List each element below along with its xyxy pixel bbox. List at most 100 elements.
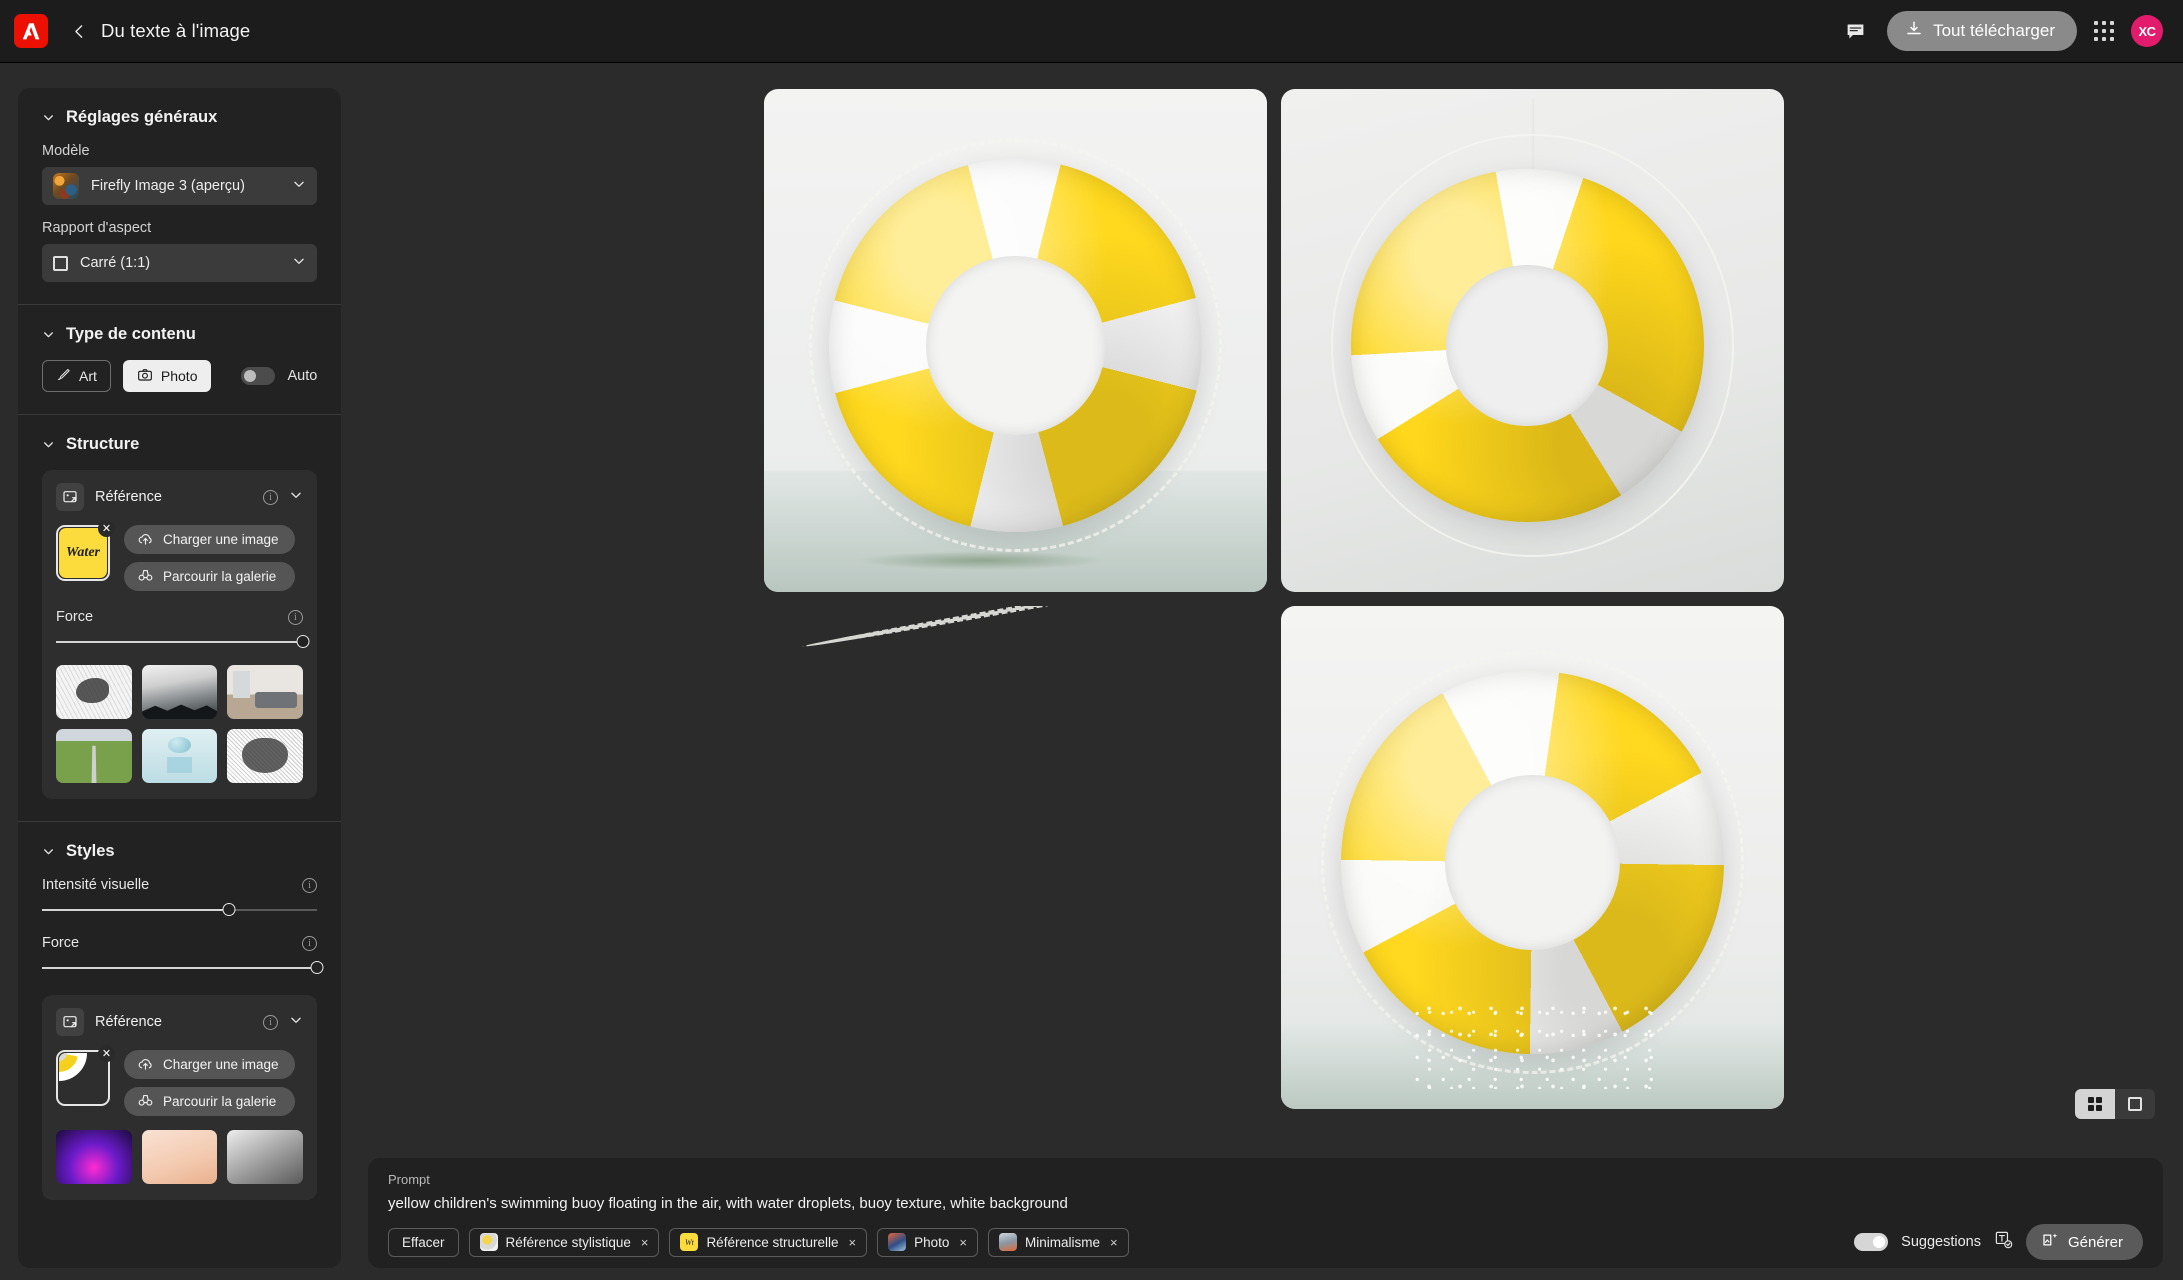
preset-interior-room[interactable] <box>227 665 303 719</box>
visual-intensity-slider[interactable] <box>42 903 317 917</box>
grid-view-icon[interactable] <box>2075 1089 2115 1119</box>
styles-reference-thumbnail[interactable]: ✕ <box>56 1045 115 1106</box>
feedback-icon[interactable] <box>1840 16 1870 46</box>
prompt-label: Prompt <box>388 1172 430 1187</box>
suggestions-toggle[interactable] <box>1854 1233 1889 1251</box>
slider-handle[interactable] <box>310 961 324 974</box>
structure-browse-gallery-button[interactable]: Parcourir la galerie <box>124 562 295 591</box>
model-value: Firefly Image 3 (aperçu) <box>91 178 245 194</box>
styles-force-label: Force <box>42 935 80 951</box>
clear-button[interactable]: Effacer <box>388 1227 459 1257</box>
single-view-icon[interactable] <box>2115 1089 2155 1119</box>
text-check-icon[interactable] <box>1994 1230 2013 1254</box>
chip-style-reference[interactable]: Référence stylistique × <box>468 1227 660 1257</box>
style-preset-gray[interactable] <box>227 1130 303 1184</box>
styles-reference-header[interactable]: Référence i <box>56 1008 303 1036</box>
section-styles-header[interactable]: Styles <box>42 842 317 861</box>
result-image-3[interactable] <box>764 606 1267 1109</box>
content-type-art-button[interactable]: Art <box>42 360 111 392</box>
styles-force-slider[interactable] <box>42 961 324 975</box>
prompt-input[interactable]: yellow children's swimming buoy floating… <box>388 1195 2143 1212</box>
structure-force-slider[interactable] <box>56 635 310 649</box>
styles-preset-grid <box>56 1130 303 1184</box>
section-structure: Structure Référence i ✕ Water Charger un… <box>18 415 341 822</box>
minimalism-icon <box>998 1233 1017 1251</box>
info-icon[interactable]: i <box>263 1014 278 1030</box>
preset-cube-sphere[interactable] <box>141 729 218 783</box>
avatar[interactable]: XC <box>2131 15 2163 47</box>
section-styles-title: Styles <box>66 842 115 860</box>
chip-photo[interactable]: Photo × <box>877 1227 978 1257</box>
auto-toggle[interactable] <box>241 367 276 385</box>
structure-reference-header[interactable]: Référence i <box>56 483 303 511</box>
style-preset-neon[interactable] <box>56 1130 132 1184</box>
download-all-button[interactable]: Tout télécharger <box>1887 11 2077 51</box>
styles-reference-actions: Charger une image Parcourir la galerie <box>124 1050 295 1116</box>
aspect-ratio-select[interactable]: Carré (1:1) <box>42 244 317 282</box>
chip-remove-icon[interactable]: × <box>1110 1235 1118 1250</box>
slider-handle[interactable] <box>222 903 236 916</box>
section-content-type-header[interactable]: Type de contenu <box>42 325 317 344</box>
view-mode-toggle <box>2075 1089 2155 1119</box>
section-styles: Styles Intensité visuelle i Force i Réfé… <box>18 822 341 1222</box>
structure-reference-thumbnail[interactable]: ✕ Water <box>56 520 115 581</box>
info-icon[interactable]: i <box>288 609 303 625</box>
info-icon[interactable]: i <box>302 935 317 951</box>
model-label: Modèle <box>42 143 90 159</box>
info-icon[interactable]: i <box>302 877 317 893</box>
settings-sidebar[interactable]: Réglages généraux Modèle Firefly Image 3… <box>18 88 341 1268</box>
chip-remove-icon[interactable]: × <box>641 1235 649 1250</box>
structure-reference-body: ✕ Water Charger une image Parcourir la g… <box>56 520 303 591</box>
chip-remove-icon[interactable]: × <box>959 1235 967 1250</box>
generate-label: Générer <box>2067 1233 2123 1251</box>
styles-browse-gallery-button[interactable]: Parcourir la galerie <box>124 1087 295 1116</box>
remove-reference-icon[interactable]: ✕ <box>98 520 115 537</box>
result-image-4[interactable] <box>1281 606 1784 1109</box>
chip-remove-icon[interactable]: × <box>849 1235 857 1250</box>
chip-photo-label: Photo <box>914 1234 950 1250</box>
model-select[interactable]: Firefly Image 3 (aperçu) <box>42 167 317 205</box>
chevron-down-icon <box>42 328 55 341</box>
prompt-bar: Prompt yellow children's swimming buoy f… <box>368 1158 2163 1268</box>
photo-icon <box>888 1233 907 1251</box>
structure-force-label: Force <box>56 609 94 625</box>
brush-icon <box>56 367 71 385</box>
chevron-down-icon[interactable] <box>289 488 303 507</box>
preset-road-field[interactable] <box>56 729 132 783</box>
chevron-down-icon <box>42 111 55 124</box>
section-general-settings-header[interactable]: Réglages généraux <box>42 108 317 127</box>
generate-button[interactable]: Générer <box>2025 1224 2143 1260</box>
slider-handle[interactable] <box>296 635 310 648</box>
chip-minimalism[interactable]: Minimalisme × <box>987 1227 1129 1257</box>
chevron-down-icon <box>292 177 306 196</box>
binoculars-icon <box>137 567 154 587</box>
section-structure-header[interactable]: Structure <box>42 435 317 454</box>
result-image-1[interactable] <box>764 89 1267 592</box>
download-icon <box>1905 20 1923 43</box>
top-bar-actions: Tout télécharger XC <box>1840 11 2163 51</box>
preset-owl-sketch[interactable] <box>227 729 303 783</box>
aspect-ratio-label: Rapport d'aspect <box>42 220 152 236</box>
structure-preset-grid <box>56 665 303 783</box>
info-icon[interactable]: i <box>263 489 278 505</box>
chip-structure-reference[interactable]: Wt Référence structurelle × <box>669 1227 868 1257</box>
styles-upload-image-button[interactable]: Charger une image <box>124 1050 295 1079</box>
section-general-settings: Réglages généraux Modèle Firefly Image 3… <box>18 88 341 305</box>
result-image-2[interactable] <box>1281 89 1784 592</box>
chip-style-reference-label: Référence stylistique <box>505 1234 631 1250</box>
back-button[interactable] <box>66 18 92 44</box>
remove-reference-icon[interactable]: ✕ <box>98 1045 115 1062</box>
preset-bird-sketch[interactable] <box>56 665 132 719</box>
styles-upload-label: Charger une image <box>163 1057 279 1072</box>
structure-upload-image-button[interactable]: Charger une image <box>124 525 295 554</box>
style-preset-peach[interactable] <box>141 1130 218 1184</box>
adobe-logo-icon[interactable] <box>14 14 48 48</box>
chevron-down-icon[interactable] <box>289 1013 303 1032</box>
styles-reference-body: ✕ Charger une image Parcourir la galerie <box>56 1045 303 1116</box>
app-grid-icon[interactable] <box>2094 21 2114 41</box>
structure-reference-actions: Charger une image Parcourir la galerie <box>124 525 295 591</box>
content-type-photo-button[interactable]: Photo <box>122 360 212 392</box>
structure-force-row: Force i <box>56 609 303 625</box>
preset-landscape[interactable] <box>141 665 218 719</box>
prompt-chips-row: Effacer Référence stylistique × Wt Référ… <box>388 1224 2143 1260</box>
